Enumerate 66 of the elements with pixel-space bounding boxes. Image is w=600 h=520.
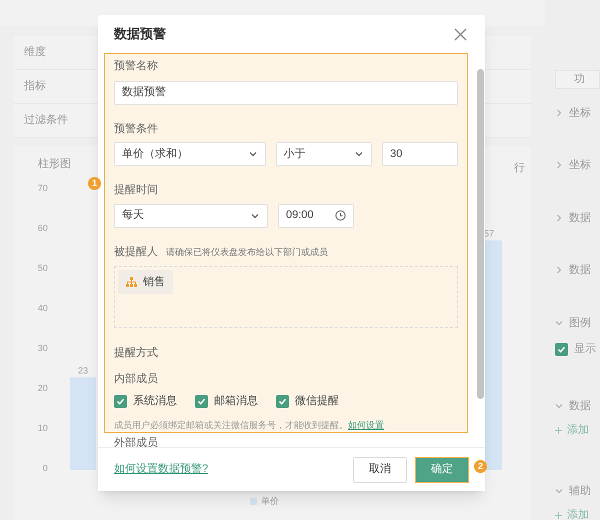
chart-title: 柱形图 — [38, 157, 71, 172]
dialog-title: 数据预警 — [114, 25, 166, 44]
section-title[interactable]: 坐标 — [569, 104, 591, 121]
confirm-button[interactable]: 确定 — [415, 456, 469, 482]
axis-tick-label: 10 — [36, 422, 48, 432]
add-link[interactable]: 添加 — [567, 422, 589, 438]
field-label: 提醒时间 — [114, 183, 159, 198]
legend-swatch — [250, 498, 257, 505]
close-icon[interactable] — [454, 28, 467, 40]
note-text: 成员用户必须绑定邮箱或关注微信服务号，才能收到提醒。 — [114, 418, 348, 432]
filter-label: 过滤条件 — [24, 113, 69, 128]
chevron-down-icon — [354, 149, 364, 159]
value-field[interactable]: 30 — [382, 142, 458, 166]
check-icon — [557, 344, 566, 354]
section-label: 提醒方式 — [114, 346, 159, 361]
axis-tick-label: 20 — [36, 382, 48, 392]
axis-tick-label: 60 — [36, 222, 48, 232]
field-label: 预警名称 — [114, 59, 159, 74]
axis-tick-label: 30 — [36, 342, 48, 352]
how-to-link[interactable]: 如何设置 — [348, 418, 384, 432]
checkbox[interactable] — [555, 342, 568, 356]
hint-text: 请确保已将仪表盘发布给以下部门或成员 — [166, 246, 328, 258]
frequency-select[interactable]: 每天 — [114, 204, 268, 228]
checkbox-label: 系统消息 — [133, 394, 177, 409]
chevron-down-icon — [248, 149, 258, 159]
axis-tick-label: 0 — [42, 462, 48, 472]
field-label: 被提醒人 — [114, 244, 158, 260]
checkbox[interactable] — [195, 394, 208, 408]
function-button[interactable]: 功 — [555, 70, 600, 88]
chart-label: 行 — [514, 161, 525, 176]
checkbox-label: 邮箱消息 — [214, 394, 258, 409]
section-title[interactable]: 图例 — [569, 314, 591, 331]
checkbox-label: 显示 — [574, 342, 596, 357]
add-link[interactable]: 添加 — [567, 507, 589, 520]
legend-label: 单价 — [261, 494, 279, 508]
axis-tick-label: 70 — [36, 182, 48, 192]
section-title[interactable]: 数据 — [569, 262, 591, 278]
clock-icon — [335, 210, 346, 221]
time-field[interactable]: 09:00 — [278, 204, 354, 228]
check-icon — [197, 396, 206, 406]
name-field[interactable]: 数据预警 — [114, 80, 458, 104]
bar-value-label: 23 — [78, 364, 88, 375]
scrollbar[interactable] — [477, 69, 484, 399]
section-title[interactable]: 坐标 — [569, 157, 591, 174]
section-title[interactable]: 辅助 — [569, 482, 591, 499]
help-link[interactable]: 如何设置数据预警? — [114, 461, 208, 478]
operator-select[interactable]: 小于 — [276, 142, 372, 166]
section-title[interactable]: 数据 — [569, 210, 591, 226]
axis-tick-label: 40 — [36, 302, 48, 312]
filter-label: 维度 — [24, 44, 47, 60]
plus-icon — [555, 426, 562, 434]
filter-label: 指标 — [24, 79, 47, 94]
recipient-tag[interactable]: 销售 — [118, 270, 173, 294]
group-label: 内部成员 — [114, 372, 159, 386]
plus-icon — [555, 512, 562, 519]
cancel-button[interactable]: 取消 — [353, 456, 407, 482]
checkbox[interactable] — [114, 394, 127, 408]
check-icon — [278, 396, 287, 406]
checkbox-label: 微信提醒 — [295, 394, 339, 409]
org-chart-icon — [126, 277, 137, 287]
field-label: 预警条件 — [114, 122, 159, 136]
check-icon — [116, 396, 125, 406]
axis-tick-label: 50 — [36, 262, 48, 272]
field-select[interactable]: 单价（求和） — [114, 142, 266, 166]
section-title[interactable]: 数据 — [569, 398, 591, 414]
checkbox[interactable] — [276, 394, 289, 408]
